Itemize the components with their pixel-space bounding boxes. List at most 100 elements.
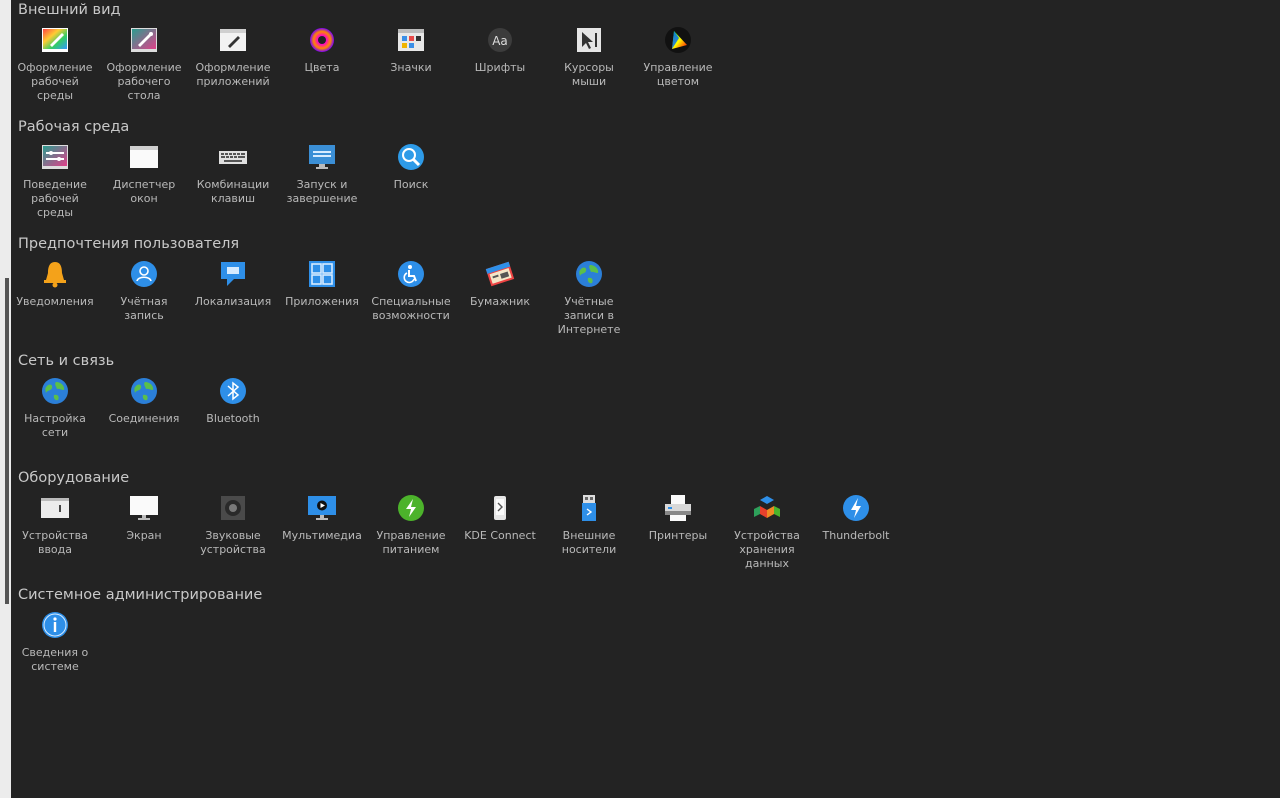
window-left-edge (0, 0, 11, 798)
module-label: Бумажник (470, 295, 530, 308)
module-label: Диспетчер окон (112, 178, 176, 205)
module-label: Запуск и завершение (286, 178, 358, 205)
localization-icon (218, 259, 248, 289)
network-settings-icon (40, 376, 70, 406)
audio-devices-icon (218, 493, 248, 523)
workspace-theme-icon (40, 25, 70, 55)
settings-module[interactable]: Внешние носители (545, 493, 633, 557)
module-label: Поиск (393, 178, 429, 191)
settings-module[interactable]: Цвета (278, 25, 366, 75)
printers-icon (663, 493, 693, 523)
user-account-icon (129, 259, 159, 289)
module-label: KDE Connect (464, 529, 536, 542)
wallet-icon (485, 259, 515, 289)
settings-module[interactable]: Поиск (367, 142, 455, 192)
scrollbar-handle[interactable] (5, 278, 9, 604)
module-label: Оформление приложений (195, 61, 271, 88)
module-label: Устройства ввода (22, 529, 88, 556)
startup-shutdown-icon (307, 142, 337, 172)
settings-module[interactable]: Экран (100, 493, 188, 543)
workspace-behavior-icon (40, 142, 70, 172)
storage-devices-icon (752, 493, 782, 523)
settings-module[interactable]: Aa Шрифты (456, 25, 544, 75)
settings-module[interactable]: Запуск и завершение (278, 142, 366, 206)
multimedia-icon (307, 493, 337, 523)
module-label: Thunderbolt (822, 529, 890, 542)
module-label: Управление питанием (376, 529, 446, 556)
section-title: Оборудование (18, 470, 130, 486)
module-label: Мультимедиа (282, 529, 362, 542)
application-style-icon (218, 25, 248, 55)
keyboard-shortcuts-icon (218, 142, 248, 172)
module-label: Локализация (194, 295, 272, 308)
module-label: Устройства хранения данных (734, 529, 800, 570)
settings-module[interactable]: Приложения (278, 259, 366, 309)
module-label: Звуковые устройства (200, 529, 266, 556)
settings-module[interactable]: Оформление приложений (189, 25, 277, 89)
settings-module[interactable]: Учётная запись (100, 259, 188, 323)
color-management-icon (663, 25, 693, 55)
colors-icon (307, 25, 337, 55)
settings-module[interactable]: Оформление рабочей среды (11, 25, 99, 103)
module-label: Шрифты (474, 61, 526, 74)
section-5: Системное администрирование Сведения о сис… (11, 585, 1280, 702)
section-4: Оборудование Устройства ввода Экран Звуковые… (11, 468, 1280, 585)
module-label: Цвета (304, 61, 340, 74)
module-label: Специальные возможности (371, 295, 451, 322)
settings-module[interactable]: Бумажник (456, 259, 544, 309)
settings-module[interactable]: Оформление рабочего стола (100, 25, 188, 103)
module-label: Оформление рабочего стола (106, 61, 182, 102)
section-title: Сеть и связь (18, 353, 115, 369)
settings-module[interactable]: Thunderbolt (812, 493, 900, 543)
display-icon (129, 493, 159, 523)
power-management-icon (396, 493, 426, 523)
settings-module[interactable]: Звуковые устройства (189, 493, 277, 557)
settings-module[interactable]: Bluetooth (189, 376, 277, 426)
section-title: Рабочая среда (18, 119, 130, 135)
section-1: Рабочая среда Поведение рабочей среды Диспет… (11, 117, 1280, 234)
settings-module[interactable]: Комбинации клавиш (189, 142, 277, 206)
fonts-icon: Aa (485, 25, 515, 55)
settings-module[interactable]: Курсоры мыши (545, 25, 633, 89)
settings-module[interactable]: Сведения о системе (11, 610, 99, 674)
section-3: Сеть и связь Настройка сети Соединения Bluet… (11, 351, 1280, 468)
settings-module[interactable]: Управление питанием (367, 493, 455, 557)
settings-module[interactable]: Устройства хранения данных (723, 493, 811, 571)
input-devices-icon (40, 493, 70, 523)
module-label: Настройка сети (24, 412, 86, 439)
module-label: Соединения (108, 412, 180, 425)
notifications-bell-icon (40, 259, 70, 289)
settings-module[interactable]: Мультимедиа (278, 493, 366, 543)
module-label: Bluetooth (206, 412, 260, 425)
settings-module[interactable]: Уведомления (11, 259, 99, 309)
settings-module[interactable]: Устройства ввода (11, 493, 99, 557)
settings-module[interactable]: Настройка сети (11, 376, 99, 440)
bluetooth-icon (218, 376, 248, 406)
settings-module[interactable]: KDE Connect (456, 493, 544, 543)
module-label: Курсоры мыши (564, 61, 614, 88)
settings-module[interactable]: Диспетчер окон (100, 142, 188, 206)
module-label: Принтеры (648, 529, 708, 542)
search-icon (396, 142, 426, 172)
thunderbolt-icon (841, 493, 871, 523)
module-label: Приложения (285, 295, 359, 308)
window-manager-icon (129, 142, 159, 172)
desktop-theme-icon (129, 25, 159, 55)
settings-module[interactable]: Управление цветом (634, 25, 722, 89)
removable-storage-icon (574, 493, 604, 523)
accessibility-icon (396, 259, 426, 289)
settings-module[interactable]: Поведение рабочей среды (11, 142, 99, 220)
svg-text:Aa: Aa (492, 34, 508, 48)
cursors-icon (574, 25, 604, 55)
module-label: Экран (126, 529, 162, 542)
settings-module[interactable]: Значки (367, 25, 455, 75)
module-label: Значки (390, 61, 432, 74)
settings-module[interactable]: Локализация (189, 259, 277, 309)
settings-module[interactable]: Соединения (100, 376, 188, 426)
module-label: Уведомления (16, 295, 94, 308)
settings-module[interactable]: Специальные возможности (367, 259, 455, 323)
settings-module[interactable]: Учётные записи в Интернете (545, 259, 633, 337)
section-title: Внешний вид (18, 2, 121, 18)
settings-module[interactable]: Принтеры (634, 493, 722, 543)
module-label: Учётная запись (120, 295, 168, 322)
